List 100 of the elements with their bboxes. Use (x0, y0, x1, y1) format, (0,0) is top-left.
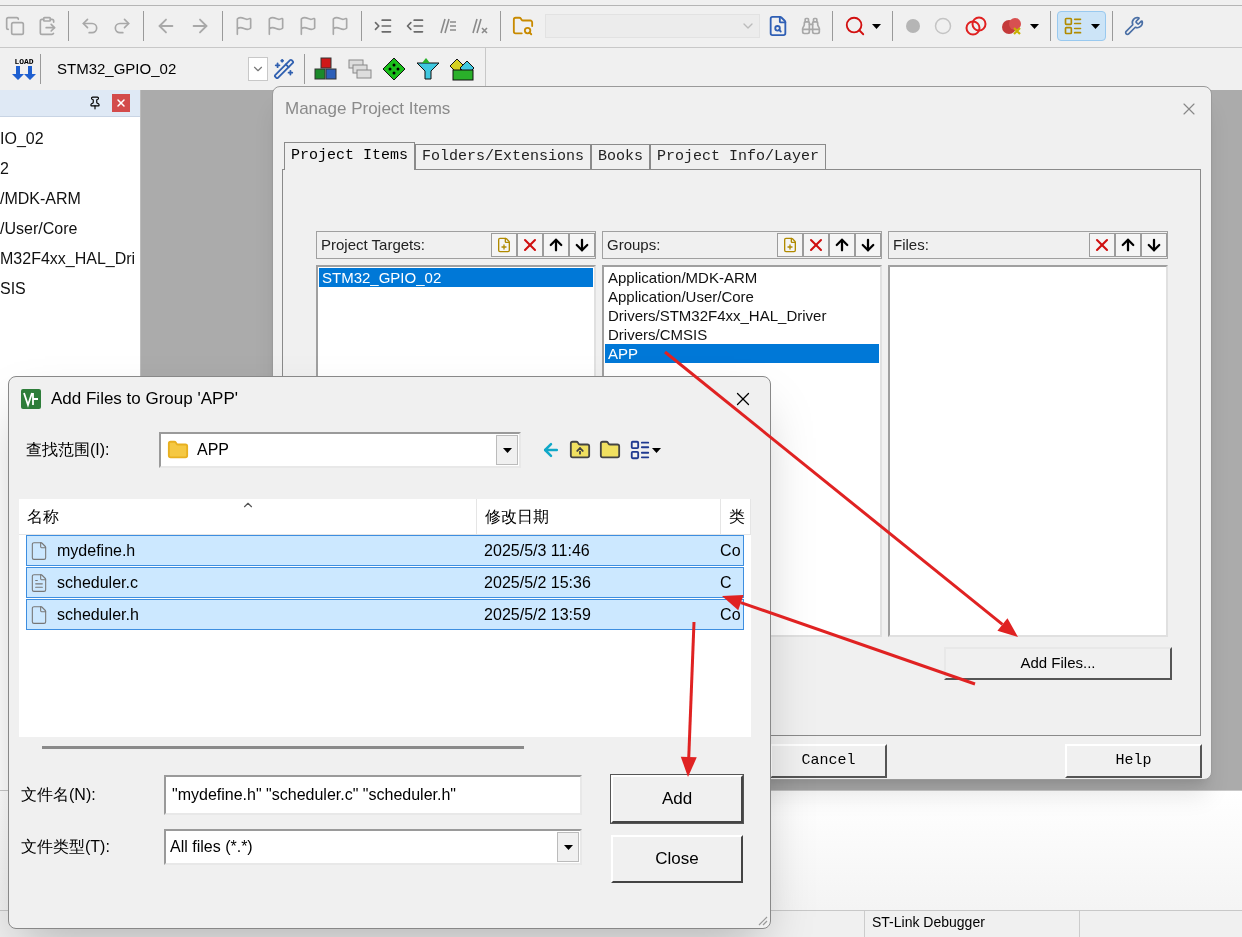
move-up-button[interactable] (1115, 233, 1141, 257)
window-layout-button[interactable] (1057, 11, 1106, 41)
file-row[interactable]: mydefine.h 2025/5/3 11:46 Co (26, 535, 744, 566)
caret-icon (872, 23, 881, 29)
delete-button[interactable] (1089, 233, 1115, 257)
comment-icon (437, 17, 457, 35)
scrollbar[interactable] (42, 746, 524, 749)
column-header[interactable]: 修改日期 (477, 499, 721, 534)
caret-icon (652, 447, 661, 453)
find-icon (767, 15, 789, 37)
close-button[interactable] (112, 94, 130, 112)
tree-item[interactable]: IO_02 (0, 124, 44, 154)
new-item-button[interactable] (491, 233, 517, 257)
dialog-button[interactable]: Cancel (770, 744, 887, 778)
file-name-field[interactable]: "mydefine.h" "scheduler.c" "scheduler.h" (164, 775, 582, 815)
up-folder-icon[interactable] (569, 439, 591, 461)
back-icon[interactable] (541, 440, 561, 460)
load-button[interactable]: LOAD (12, 58, 36, 80)
list-title: Project Targets: (321, 234, 426, 255)
list-title: Groups: (607, 234, 662, 255)
tab[interactable]: Folders/Extensions (415, 144, 592, 169)
tab[interactable]: Books (591, 144, 651, 169)
list-item[interactable]: Application/MDK-ARM (605, 268, 879, 287)
caret-icon (1091, 23, 1100, 29)
settings-icon (1124, 16, 1144, 36)
dialog-button[interactable]: Add (611, 775, 743, 823)
outdent-icon (405, 16, 425, 36)
caret-icon (1030, 23, 1039, 29)
close-icon (115, 97, 127, 109)
debugger-status: ST-Link Debugger (865, 911, 1080, 937)
view-menu-button[interactable] (629, 439, 661, 461)
tree-item[interactable]: M32F4xx_HAL_Dri (0, 244, 136, 274)
list-item[interactable]: APP (605, 344, 879, 363)
dialog-button[interactable]: Close (611, 835, 743, 883)
download-arrows-icon (12, 66, 36, 80)
tree-item[interactable]: /User/Core (0, 214, 78, 244)
dialog-title: Add Files to Group 'APP' (51, 388, 238, 411)
windows-icon (348, 58, 372, 80)
disable-breakpoints-icon (964, 16, 988, 36)
tree-item[interactable]: 2 (0, 154, 9, 184)
pin-icon[interactable] (88, 96, 102, 110)
bookmark-icon (330, 16, 350, 36)
delete-button[interactable] (517, 233, 543, 257)
new-folder-icon[interactable] (599, 439, 621, 461)
add-files-button[interactable]: Add Files... (944, 647, 1172, 680)
breakpoint-icon (904, 17, 922, 35)
file-type-select[interactable]: All files (*.*) (164, 829, 582, 865)
kill-breakpoints-icon (1000, 16, 1024, 36)
resize-grip-icon[interactable] (756, 914, 768, 926)
dropdown-caret-icon (563, 844, 573, 850)
move-down-icon (573, 236, 591, 254)
list-item[interactable]: Application/User/Core (605, 287, 879, 306)
diamond-icon (382, 57, 406, 81)
redo-icon (112, 16, 132, 36)
look-in-select[interactable]: APP (159, 432, 521, 468)
blocks-icon (314, 57, 338, 81)
app-icon (21, 389, 41, 409)
bookmark-icon (266, 16, 286, 36)
move-down-button[interactable] (1141, 233, 1167, 257)
dropdown-caret-icon (502, 447, 512, 453)
bookmark-icon (234, 16, 254, 36)
new-item-icon (496, 237, 512, 253)
window-layout-icon (1063, 16, 1083, 36)
move-up-button[interactable] (829, 233, 855, 257)
tab[interactable]: Project Items (284, 142, 416, 170)
look-in-label: 查找范围(I): (26, 440, 111, 460)
undo-icon (80, 16, 100, 36)
file-name-label: 文件名(N): (21, 785, 97, 805)
bookmark-icon (298, 16, 318, 36)
tab[interactable]: Project Info/Layer (650, 144, 827, 169)
file-row[interactable]: scheduler.c 2025/5/2 15:36 C (26, 567, 744, 598)
move-down-icon (859, 236, 877, 254)
move-up-button[interactable] (543, 233, 569, 257)
move-up-icon (833, 236, 851, 254)
copy-icon (5, 16, 25, 36)
paste-icon (37, 16, 57, 36)
column-header[interactable]: 类 (721, 499, 751, 534)
list-item[interactable]: Drivers/CMSIS (605, 325, 879, 344)
file-row[interactable]: scheduler.h 2025/5/2 13:59 Co (26, 599, 744, 630)
column-header[interactable]: 名称 (19, 499, 477, 534)
text-file-icon (29, 572, 49, 593)
tree-item[interactable]: SIS (0, 274, 26, 304)
move-down-button[interactable] (855, 233, 881, 257)
list-item[interactable]: Drivers/STM32F4xx_HAL_Driver (605, 306, 879, 325)
breakpoint-toggle-icon (934, 17, 952, 35)
list-item[interactable]: STM32_GPIO_02 (319, 268, 593, 287)
new-item-icon (782, 237, 798, 253)
move-up-icon (1119, 236, 1137, 254)
list-title: Files: (893, 234, 930, 255)
find-in-files-icon (512, 15, 534, 37)
funnel-icon (416, 57, 440, 81)
new-item-button[interactable] (777, 233, 803, 257)
dialog-title: Manage Project Items (285, 98, 451, 121)
file-type-label: 文件类型(T): (21, 837, 111, 857)
tree-item[interactable]: /MDK-ARM (0, 184, 81, 214)
packages-icon (450, 57, 476, 81)
folder-icon (167, 439, 189, 461)
delete-button[interactable] (803, 233, 829, 257)
move-down-button[interactable] (569, 233, 595, 257)
dialog-button[interactable]: Help (1065, 744, 1202, 778)
